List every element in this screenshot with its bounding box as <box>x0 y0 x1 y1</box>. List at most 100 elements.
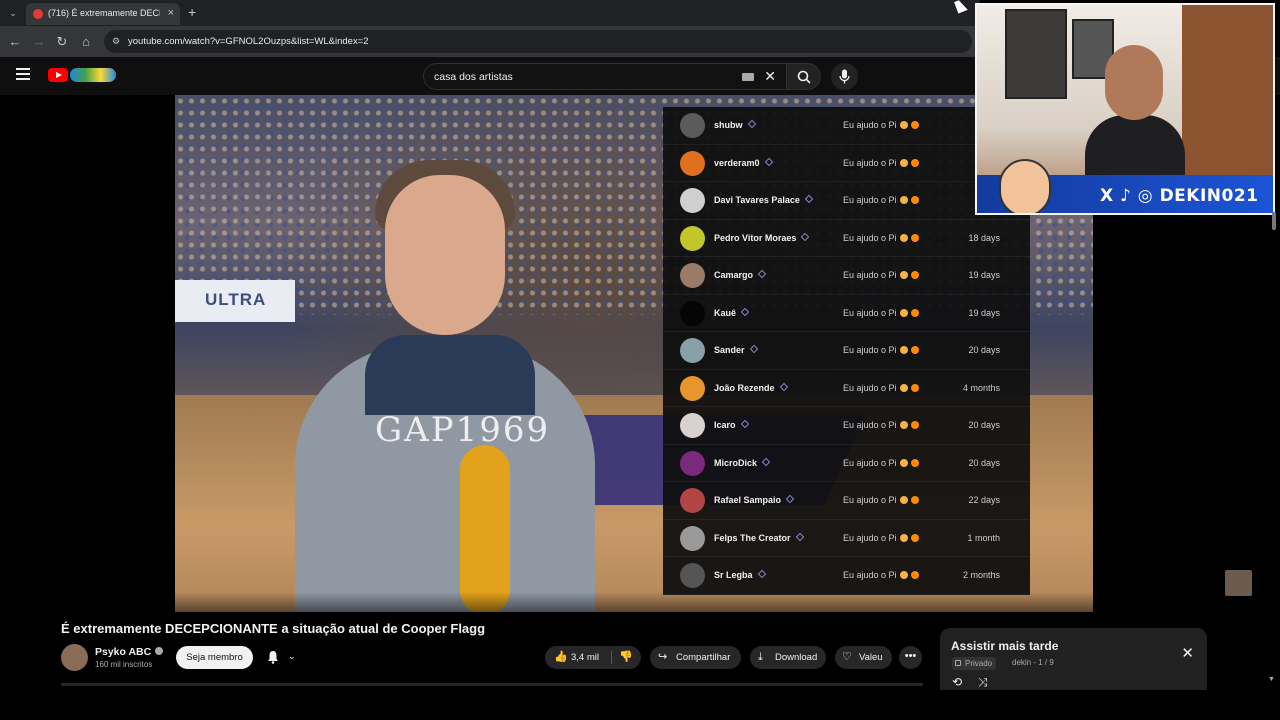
webcam-streamer <box>1085 45 1185 175</box>
member-avatar <box>680 563 705 588</box>
emoji-icon <box>899 421 908 429</box>
member-badge-icon <box>749 344 758 354</box>
chevron-down-icon: ⌄ <box>288 651 296 661</box>
member-badge-icon <box>757 569 766 579</box>
emoji-icon <box>899 346 908 354</box>
member-badge-icon <box>761 457 771 466</box>
emoji-icon <box>899 383 908 392</box>
bell-icon <box>268 651 278 664</box>
voice-search-button[interactable] <box>831 63 858 90</box>
member-time: 20 days <box>968 457 1000 468</box>
member-time: 18 days <box>968 232 1000 243</box>
emoji-icon <box>899 196 908 204</box>
playlist-title[interactable]: Assistir mais tarde <box>951 639 1058 653</box>
member-name: MicroDick <box>714 457 771 468</box>
playlist-privacy-badge: Privado <box>952 657 997 670</box>
download-icon: ⤓ <box>758 651 763 663</box>
member-list-row: Rafael Sampaio Eu ajudo o Pi 22 days <box>663 482 1030 520</box>
member-avatar <box>680 263 705 288</box>
member-list-row: João Rezende Eu ajudo o Pi 4 months <box>663 370 1030 407</box>
fire-emoji-icon <box>910 121 919 129</box>
fire-emoji-icon <box>910 421 919 429</box>
cartoon-mascot-icon <box>999 159 1051 213</box>
member-name: Icaro <box>714 419 749 430</box>
thumbs-down-icon[interactable]: 👎 <box>619 646 633 669</box>
member-message: Eu ajudo o Pi <box>843 533 919 543</box>
member-time: 20 days <box>968 420 1000 430</box>
new-tab-button[interactable]: + <box>188 4 196 20</box>
search-button[interactable] <box>787 63 821 90</box>
member-avatar <box>680 225 705 251</box>
fire-emoji-icon <box>910 233 919 242</box>
member-list-row: Kauê Eu ajudo o Pi 19 days <box>663 295 1030 332</box>
notifications-button[interactable]: ⌄ <box>260 646 306 669</box>
browser-tab-active[interactable]: (716) É extremamente DECEPCIO... × <box>26 3 180 25</box>
member-name: Kauê <box>714 307 750 318</box>
menu-icon[interactable] <box>16 68 32 82</box>
youtube-logo[interactable] <box>48 67 116 84</box>
loop-icon[interactable]: ⟲ <box>952 675 962 689</box>
shuffle-icon[interactable]: ⤨ <box>978 675 988 690</box>
forward-arrow-icon[interactable]: → <box>31 34 47 50</box>
member-list-row: Camargo Eu ajudo o Pi 19 days <box>663 257 1030 295</box>
join-button[interactable]: Seja membro <box>176 646 253 669</box>
share-button[interactable]: ↪ Compartilhar <box>650 646 741 669</box>
page-scrollbar[interactable] <box>1272 212 1276 230</box>
video-title: É extremamente DECEPCIONANTE a situação … <box>61 621 486 636</box>
member-name: Sander <box>714 344 758 355</box>
floating-avatar-thumbnail[interactable] <box>1225 570 1252 596</box>
emoji-icon <box>899 496 908 504</box>
member-time: 2 months <box>962 570 1000 580</box>
member-name: Pedro Vitor Moraes <box>714 232 810 243</box>
youtube-favicon-icon <box>33 9 43 19</box>
streamer-head <box>1105 45 1163 120</box>
url-text[interactable]: youtube.com/watch?v=GFNOL2Ouzps&list=WL&… <box>128 36 369 47</box>
search-query[interactable]: casa dos artistas <box>434 71 513 83</box>
thanks-button[interactable]: ♡ Valeu <box>835 646 892 669</box>
webcam-door <box>1182 5 1273 175</box>
address-bar[interactable]: ⚙ youtube.com/watch?v=GFNOL2Ouzps&list=W… <box>104 30 972 53</box>
back-arrow-icon[interactable]: ← <box>7 34 23 50</box>
emoji-icon <box>899 458 908 467</box>
reload-icon[interactable]: ↻ <box>54 34 70 50</box>
member-time: 4 months <box>962 382 1000 393</box>
fire-emoji-icon <box>910 271 919 279</box>
rubber-chicken-prop <box>460 445 510 612</box>
member-list-row: Sander Eu ajudo o Pi 20 days <box>663 332 1030 370</box>
member-list-row: Icaro Eu ajudo o Pi 20 days <box>663 407 1030 445</box>
channel-avatar[interactable] <box>61 644 88 671</box>
member-message: Eu ajudo o Pi <box>843 345 919 355</box>
site-info-icon[interactable]: ⚙ <box>112 36 123 47</box>
thumbs-up-icon[interactable]: 👍 <box>554 646 568 669</box>
presenter-shirt-text: GAP1969 <box>375 410 551 450</box>
member-time: 20 days <box>968 345 1000 355</box>
member-name: Davi Tavares Palace <box>714 194 814 205</box>
tab-close-icon[interactable]: × <box>168 7 174 19</box>
download-button[interactable]: ⤓ Download <box>750 646 826 669</box>
like-count[interactable]: 3,4 mil <box>571 646 599 669</box>
channel-name-text[interactable]: Psyko ABC <box>95 646 151 658</box>
channel-name[interactable]: Psyko ABC <box>95 646 164 658</box>
playlist-privacy-text: Privado <box>965 659 993 668</box>
member-name: João Rezende <box>714 382 788 393</box>
tab-search-button[interactable]: ⌄ <box>5 5 21 21</box>
clear-search-icon[interactable]: ✕ <box>764 68 776 85</box>
youtube-play-icon <box>48 68 68 82</box>
fire-emoji-icon <box>910 346 919 354</box>
member-list-row: Pedro Vitor Moraes Eu ajudo o Pi 18 days <box>663 220 1030 257</box>
member-message: Eu ajudo o Pi <box>843 383 919 393</box>
keyboard-icon[interactable] <box>742 73 754 81</box>
member-badge-icon <box>779 382 788 391</box>
member-name: Rafael Sampaio <box>714 494 795 505</box>
lock-icon <box>955 660 961 666</box>
more-actions-icon[interactable]: ••• <box>899 646 922 669</box>
social-icons: X ♪ ◎ <box>1100 186 1154 206</box>
close-playlist-icon[interactable]: ✕ <box>1181 644 1194 662</box>
scroll-down-arrow-icon[interactable]: ▼ <box>1268 676 1275 683</box>
home-icon[interactable]: ⌂ <box>78 34 94 50</box>
streamer-handle: X ♪ ◎ DEKIN021 <box>1100 186 1259 206</box>
fire-emoji-icon <box>910 496 919 504</box>
description-box-edge <box>61 683 923 686</box>
search-input[interactable]: casa dos artistas ✕ <box>423 63 787 90</box>
microphone-icon <box>839 69 850 84</box>
